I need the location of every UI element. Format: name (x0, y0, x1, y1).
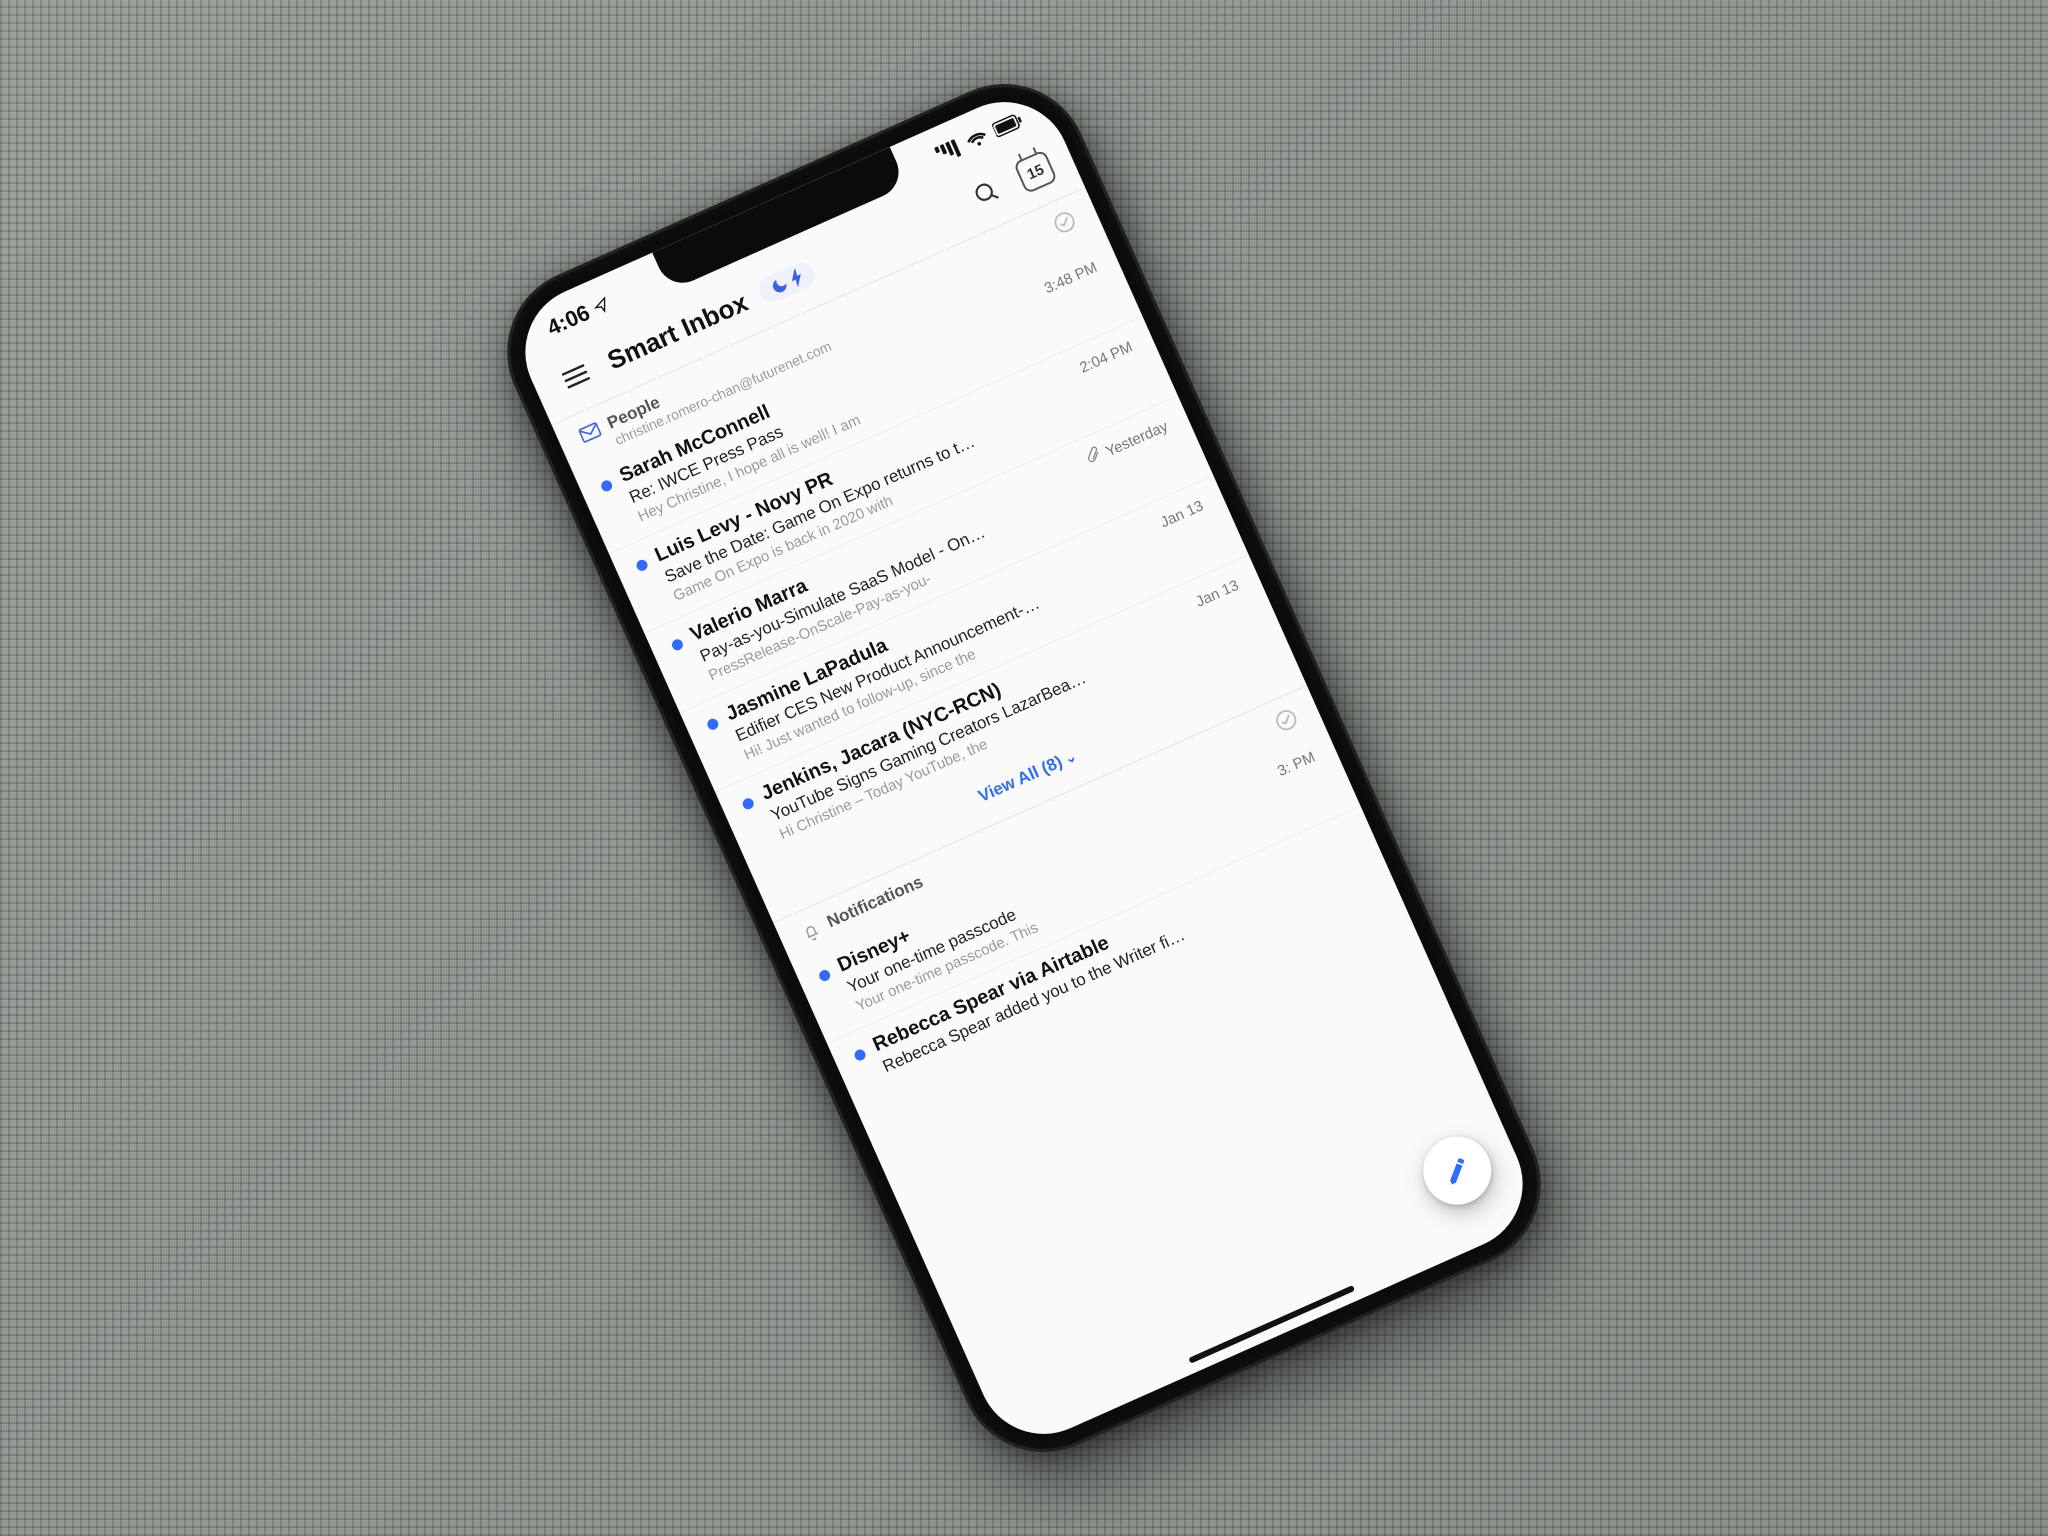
unread-dot-icon (670, 638, 685, 653)
select-all-button[interactable] (1272, 706, 1303, 740)
calendar-day: 15 (1024, 161, 1046, 183)
wifi-icon (963, 126, 990, 151)
checkmark-circle-icon (1050, 208, 1079, 237)
unread-dot-icon (599, 479, 614, 494)
cellular-signal-icon (934, 138, 963, 164)
select-all-button[interactable] (1050, 208, 1081, 242)
phone-screen: 4:06 Smart Inbox (504, 81, 1543, 1455)
phone-body: 4:06 Smart Inbox (480, 57, 1567, 1479)
phone-mockup: 4:06 Smart Inbox (480, 57, 1567, 1479)
unread-dot-icon (741, 797, 756, 812)
pencil-icon (1439, 1152, 1476, 1189)
chevron-down-icon: ⌄ (1062, 747, 1079, 766)
bolt-icon (788, 267, 806, 288)
unread-dot-icon (817, 968, 832, 983)
menu-button[interactable] (550, 350, 603, 403)
moon-icon (768, 274, 792, 298)
mail-icon (578, 421, 605, 448)
unread-dot-icon (853, 1048, 868, 1063)
unread-dot-icon (706, 717, 721, 732)
location-icon (591, 295, 612, 316)
battery-icon (991, 111, 1025, 138)
search-button[interactable] (961, 167, 1014, 220)
search-icon (970, 176, 1004, 210)
bell-icon (799, 920, 826, 950)
calendar-button[interactable]: 15 (1013, 149, 1058, 194)
checkmark-circle-icon (1272, 706, 1301, 735)
status-time: 4:06 (543, 300, 594, 342)
dnd-toggle[interactable] (755, 259, 819, 306)
hamburger-icon (560, 362, 592, 391)
unread-dot-icon (635, 558, 650, 573)
